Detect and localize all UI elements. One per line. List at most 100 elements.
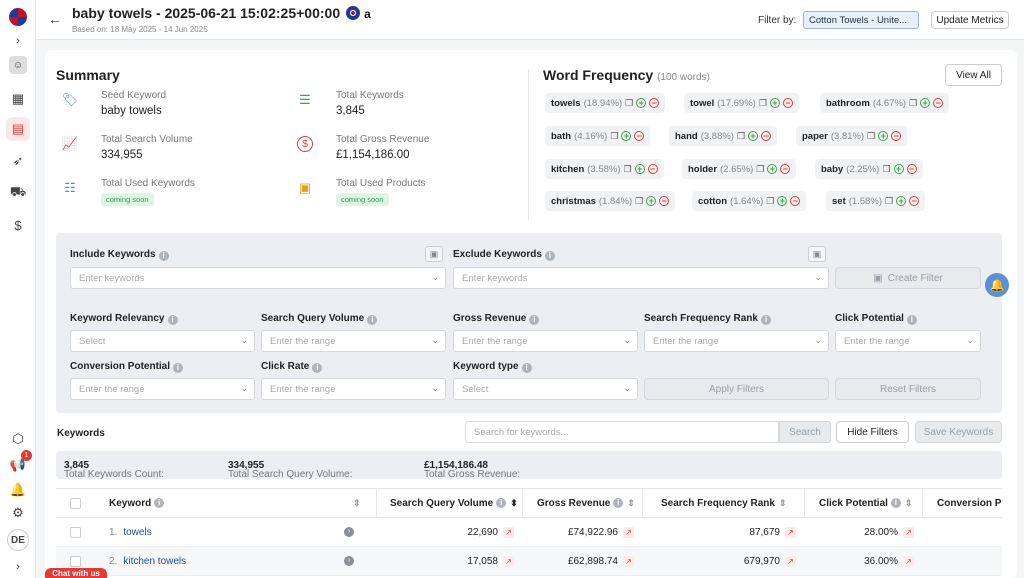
- copy-icon[interactable]: ❐: [867, 131, 875, 142]
- copy-icon[interactable]: ❐: [766, 196, 774, 207]
- plus-circle-icon[interactable]: +: [769, 98, 780, 108]
- save-include-icon[interactable]: ▣: [425, 246, 443, 262]
- update-metrics-button[interactable]: Update Metrics: [931, 11, 1009, 29]
- copy-icon[interactable]: ❐: [909, 98, 917, 109]
- marketplace-filter-select[interactable]: Cotton Towels - Unite...: [803, 11, 919, 29]
- gross-revenue-range[interactable]: Enter the range ⌄: [453, 330, 638, 352]
- plus-circle-icon[interactable]: +: [920, 98, 931, 108]
- info-icon[interactable]: i: [367, 315, 378, 325]
- plus-circle-icon[interactable]: +: [777, 196, 788, 206]
- dashboard-grid-icon[interactable]: ▦: [8, 89, 28, 109]
- row-checkbox[interactable]: [70, 518, 81, 546]
- copy-icon[interactable]: ❐: [756, 164, 764, 175]
- plus-circle-icon[interactable]: +: [767, 164, 778, 174]
- trend-icon[interactable]: ↗: [903, 526, 914, 538]
- plus-circle-icon[interactable]: +: [748, 131, 759, 141]
- settings-gear-icon[interactable]: ⚙: [8, 503, 28, 523]
- click-potential-range[interactable]: Enter the range ⌄: [835, 330, 981, 352]
- view-all-button[interactable]: View All: [945, 64, 1002, 86]
- package-icon[interactable]: ⬡: [8, 429, 28, 449]
- dollar-icon[interactable]: $: [8, 215, 28, 235]
- sort-icon[interactable]: ⇕: [627, 498, 635, 509]
- copy-icon[interactable]: ❐: [882, 164, 890, 175]
- keyword-search-input[interactable]: Search for keywords...: [465, 421, 779, 443]
- trend-icon[interactable]: ↗: [785, 555, 796, 567]
- click-rate-range[interactable]: Enter the range ⌄: [261, 378, 446, 400]
- user-initials-avatar[interactable]: DE: [7, 529, 29, 551]
- minus-circle-icon[interactable]: −: [906, 164, 917, 174]
- brand-logo-icon[interactable]: [8, 7, 28, 27]
- back-arrow-icon[interactable]: ←: [48, 11, 62, 27]
- column-conversion-potential[interactable]: Conversion Pot: [937, 489, 1002, 517]
- save-exclude-icon[interactable]: ▣: [808, 246, 826, 262]
- keyword-details-icon[interactable]: ›: [344, 518, 354, 546]
- plus-circle-icon[interactable]: +: [636, 98, 647, 108]
- expand-chevron-icon[interactable]: ›: [8, 31, 28, 51]
- info-icon[interactable]: i: [544, 251, 555, 261]
- keyword-research-icon[interactable]: ▤: [6, 117, 30, 141]
- sort-icon[interactable]: ⇕: [353, 489, 361, 517]
- keyword-type-select[interactable]: Select ⌄: [453, 378, 638, 400]
- keyword-relevancy-select[interactable]: Select ⌄: [70, 330, 255, 352]
- minus-circle-icon[interactable]: −: [761, 131, 772, 141]
- plus-circle-icon[interactable]: +: [646, 196, 657, 206]
- info-icon[interactable]: i: [154, 498, 165, 508]
- copy-icon[interactable]: ❐: [610, 131, 618, 142]
- info-icon[interactable]: i: [613, 498, 624, 508]
- minus-circle-icon[interactable]: −: [780, 164, 791, 174]
- table-row[interactable]: 1. towels › 22,690 ↗ £74,922.96 ↗ 87,679 ↗ 2…: [56, 518, 1002, 547]
- info-icon[interactable]: i: [521, 363, 532, 373]
- minus-circle-icon[interactable]: −: [933, 98, 944, 108]
- plus-circle-icon[interactable]: +: [878, 131, 889, 141]
- keyword-link[interactable]: kitchen towels: [123, 556, 186, 567]
- copy-icon[interactable]: ❐: [635, 196, 643, 207]
- notification-bell-icon[interactable]: 🔔: [985, 273, 1009, 297]
- trend-icon[interactable]: ↗: [503, 555, 514, 567]
- search-frequency-rank-range[interactable]: Enter the range ⌄: [644, 330, 829, 352]
- apply-filters-button[interactable]: Apply Filters: [644, 378, 829, 400]
- reset-filters-button[interactable]: Reset Filters: [835, 378, 981, 400]
- plus-circle-icon[interactable]: +: [893, 164, 904, 174]
- hide-filters-button[interactable]: Hide Filters: [836, 421, 909, 443]
- table-row[interactable]: 2. kitchen towels › 17,058 ↗ £62,898.74 ↗ 6…: [56, 547, 1002, 576]
- column-click-potential[interactable]: Click Potential i ⇕: [819, 489, 912, 517]
- chat-with-us-button[interactable]: Chat with us: [45, 568, 107, 578]
- plus-circle-icon[interactable]: +: [621, 131, 632, 141]
- info-icon[interactable]: i: [173, 363, 184, 373]
- plus-circle-icon[interactable]: +: [634, 164, 645, 174]
- sort-icon[interactable]: ⇕: [905, 498, 913, 509]
- column-keyword[interactable]: Keyword i: [109, 489, 165, 517]
- minus-circle-icon[interactable]: −: [909, 196, 920, 206]
- minus-circle-icon[interactable]: −: [659, 196, 670, 206]
- copy-icon[interactable]: ❐: [759, 98, 767, 109]
- bell-icon[interactable]: 🔔: [8, 480, 28, 500]
- trend-icon[interactable]: ↗: [785, 526, 796, 538]
- column-gross-revenue[interactable]: Gross Revenue i ⇕: [537, 489, 635, 517]
- rocket-icon[interactable]: ➶: [8, 151, 28, 171]
- copy-icon[interactable]: ❐: [737, 131, 745, 142]
- keyword-link[interactable]: towels: [123, 527, 151, 538]
- megaphone-icon[interactable]: 📢 1: [8, 450, 32, 475]
- minus-circle-icon[interactable]: −: [790, 196, 801, 206]
- minus-circle-icon[interactable]: −: [634, 131, 645, 141]
- include-keywords-input[interactable]: Enter keywords ⌄: [70, 267, 446, 289]
- minus-circle-icon[interactable]: −: [891, 131, 902, 141]
- info-icon[interactable]: i: [167, 315, 178, 325]
- trend-icon[interactable]: ↗: [623, 555, 634, 567]
- user-avatar-icon[interactable]: ☺: [9, 56, 27, 74]
- copy-icon[interactable]: ❐: [624, 164, 632, 175]
- keyword-details-icon[interactable]: ›: [344, 547, 354, 575]
- search-button[interactable]: Search: [779, 421, 831, 443]
- trend-icon[interactable]: ↗: [623, 526, 634, 538]
- minus-circle-icon[interactable]: −: [647, 164, 658, 174]
- save-keywords-button[interactable]: Save Keywords: [915, 421, 1002, 443]
- plus-circle-icon[interactable]: +: [896, 196, 907, 206]
- info-icon[interactable]: i: [890, 498, 901, 508]
- minus-circle-icon[interactable]: −: [649, 98, 660, 108]
- exclude-keywords-input[interactable]: Enter keywords ⌄: [453, 267, 829, 289]
- info-icon[interactable]: i: [496, 498, 507, 508]
- trend-icon[interactable]: ↗: [903, 555, 914, 567]
- column-search-frequency-rank[interactable]: Search Frequency Rank ⇕: [661, 489, 786, 517]
- column-search-query-volume[interactable]: Search Query Volume i ⬍: [390, 489, 518, 517]
- search-query-volume-range[interactable]: Enter the range ⌄: [261, 330, 446, 352]
